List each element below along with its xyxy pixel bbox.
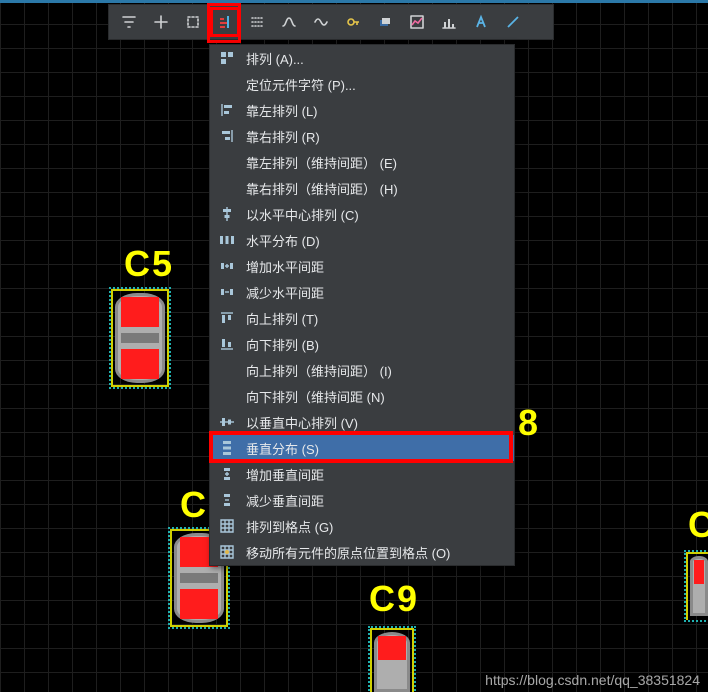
menu-item-label: 排列到格点 (G) — [246, 517, 504, 536]
menu-item-row-1[interactable]: 定位元件字符 (P)... — [210, 71, 514, 97]
menu-item-label: 定位元件字符 (P)... — [246, 75, 504, 94]
designator-right-fragment: C — [688, 504, 708, 546]
menu-item-align-bottom-icon-11[interactable]: 向下排列 (B) — [210, 331, 514, 357]
plot-icon[interactable] — [402, 7, 432, 37]
menu-item-row-5[interactable]: 靠右排列（维持间距） (H) — [210, 175, 514, 201]
increase-h-icon — [218, 257, 236, 275]
align-bottom-icon — [218, 335, 236, 353]
menu-item-label: 水平分布 (D) — [246, 231, 504, 250]
arrange-icon — [218, 49, 236, 67]
menu-icon-empty — [218, 179, 236, 197]
menu-item-decrease-h-icon-9[interactable]: 减少水平间距 — [210, 279, 514, 305]
component-c9[interactable] — [374, 632, 410, 692]
distribute-h-icon — [218, 231, 236, 249]
key-icon[interactable] — [338, 7, 368, 37]
decrease-v-icon — [218, 491, 236, 509]
designator-c8-fragment: 8 — [518, 402, 540, 444]
decrease-h-icon — [218, 283, 236, 301]
wave-icon[interactable] — [306, 7, 336, 37]
menu-item-label: 靠左排列（维持间距） (E) — [246, 153, 504, 172]
component-c5[interactable] — [115, 293, 165, 383]
menu-item-row-13[interactable]: 向下排列（维持间距 (N) — [210, 383, 514, 409]
menu-item-increase-h-icon-8[interactable]: 增加水平间距 — [210, 253, 514, 279]
designator-c9: C9 — [369, 578, 419, 620]
align-left-icon — [218, 101, 236, 119]
align-center-h-icon — [218, 205, 236, 223]
select-rect-icon[interactable] — [178, 7, 208, 37]
menu-item-row-4[interactable]: 靠左排列（维持间距） (E) — [210, 149, 514, 175]
align-menu: 排列 (A)... 定位元件字符 (P)... 靠左排列 (L) 靠右排列 (R) 靠左… — [209, 44, 515, 566]
menu-item-label: 靠右排列 (R) — [246, 127, 504, 146]
designator-c5: C5 — [124, 243, 174, 285]
menu-item-align-top-icon-10[interactable]: 向上排列 (T) — [210, 305, 514, 331]
menu-item-label: 垂直分布 (S) — [246, 439, 504, 458]
filter-icon[interactable] — [114, 7, 144, 37]
line-icon[interactable] — [498, 7, 528, 37]
menu-item-label: 移动所有元件的原点位置到格点 (O) — [246, 543, 504, 562]
to-grid-icon — [218, 517, 236, 535]
menu-item-label: 增加垂直间距 — [246, 465, 504, 484]
watermark: https://blog.csdn.net/qq_38351824 — [485, 672, 700, 688]
grid-add-icon[interactable] — [146, 7, 176, 37]
toolbar — [108, 4, 554, 40]
menu-item-align-left-icon-2[interactable]: 靠左排列 (L) — [210, 97, 514, 123]
menu-icon-empty — [218, 387, 236, 405]
menu-item-label: 减少垂直间距 — [246, 491, 504, 510]
menu-item-label: 靠右排列（维持间距） (H) — [246, 179, 504, 198]
menu-item-label: 向上排列 (T) — [246, 309, 504, 328]
menu-item-label: 向上排列（维持间距） (I) — [246, 361, 504, 380]
menu-item-decrease-v-icon-17[interactable]: 减少垂直间距 — [210, 487, 514, 513]
component-right-fragment[interactable] — [690, 556, 708, 616]
menu-item-label: 减少水平间距 — [246, 283, 504, 302]
route-icon[interactable] — [274, 7, 304, 37]
menu-item-label: 向下排列（维持间距 (N) — [246, 387, 504, 406]
menu-item-label: 以垂直中心排列 (V) — [246, 413, 504, 432]
menu-item-label: 向下排列 (B) — [246, 335, 504, 354]
align-center-v-icon — [218, 413, 236, 431]
menu-item-distribute-h-icon-7[interactable]: 水平分布 (D) — [210, 227, 514, 253]
menu-icon-empty — [218, 361, 236, 379]
menu-icon-empty — [218, 75, 236, 93]
menu-item-row-12[interactable]: 向上排列（维持间距） (I) — [210, 357, 514, 383]
align-top-icon — [218, 309, 236, 327]
bar-chart-icon[interactable] — [434, 7, 464, 37]
menu-item-distribute-v-icon-15[interactable]: 垂直分布 (S) — [210, 435, 514, 461]
menu-item-label: 靠左排列 (L) — [246, 101, 504, 120]
text-a-icon[interactable] — [466, 7, 496, 37]
menu-item-to-grid-icon-18[interactable]: 排列到格点 (G) — [210, 513, 514, 539]
menu-item-align-center-v-icon-14[interactable]: 以垂直中心排列 (V) — [210, 409, 514, 435]
menu-item-label: 以水平中心排列 (C) — [246, 205, 504, 224]
origin-grid-icon — [218, 543, 236, 561]
menu-item-arrange-icon-0[interactable]: 排列 (A)... — [210, 45, 514, 71]
layer-icon[interactable] — [370, 7, 400, 37]
menu-item-align-center-h-icon-6[interactable]: 以水平中心排列 (C) — [210, 201, 514, 227]
menu-icon-empty — [218, 153, 236, 171]
menu-item-increase-v-icon-16[interactable]: 增加垂直间距 — [210, 461, 514, 487]
menu-item-label: 排列 (A)... — [246, 49, 504, 68]
menu-item-origin-grid-icon-19[interactable]: 移动所有元件的原点位置到格点 (O) — [210, 539, 514, 565]
align-right-icon — [218, 127, 236, 145]
dash-array-icon[interactable] — [242, 7, 272, 37]
distribute-v-icon — [218, 439, 236, 457]
align-tool-icon[interactable] — [210, 7, 240, 37]
menu-item-align-right-icon-3[interactable]: 靠右排列 (R) — [210, 123, 514, 149]
menu-item-label: 增加水平间距 — [246, 257, 504, 276]
increase-v-icon — [218, 465, 236, 483]
